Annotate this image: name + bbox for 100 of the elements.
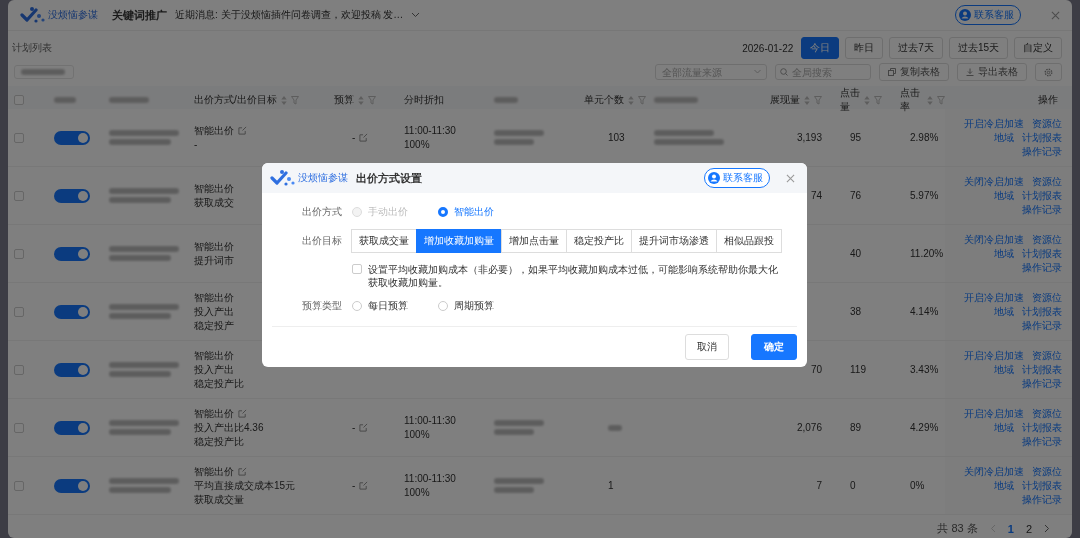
copy-button[interactable]: 复制表格 [879, 63, 949, 81]
sort-icon[interactable] [927, 95, 933, 105]
filter-icon[interactable] [874, 95, 882, 105]
action-link[interactable]: 操作记录 [1022, 320, 1062, 331]
toggle-switch[interactable] [54, 304, 90, 319]
radio-option[interactable]: 周期预算 [438, 299, 494, 313]
date-range-button[interactable]: 昨日 [845, 37, 884, 59]
action-link[interactable]: 计划报表 [1022, 422, 1062, 433]
contact-button[interactable]: 联系客服 [955, 5, 1021, 25]
action-link[interactable]: 资源位 [1032, 176, 1062, 187]
action-link[interactable]: 操作记录 [1022, 204, 1062, 215]
sort-icon[interactable] [628, 95, 634, 105]
action-link[interactable]: 地域 [994, 248, 1014, 259]
close-icon[interactable] [1051, 10, 1060, 20]
edit-icon[interactable] [359, 423, 369, 432]
action-link[interactable]: 开启冷启加速 [964, 118, 1024, 129]
goal-option[interactable]: 提升词市场渗透 [631, 229, 717, 253]
edit-icon[interactable] [359, 133, 369, 142]
confirm-button[interactable]: 确定 [751, 334, 797, 360]
toggle-switch[interactable] [54, 188, 90, 203]
filter-icon[interactable] [937, 95, 945, 105]
action-link[interactable]: 资源位 [1032, 292, 1062, 303]
table-cell: - [352, 132, 356, 143]
goal-option[interactable]: 获取成交量 [351, 229, 417, 253]
action-link[interactable]: 计划报表 [1022, 248, 1062, 259]
toggle-switch[interactable] [54, 362, 90, 377]
goal-option[interactable]: 稳定投产比 [566, 229, 632, 253]
filter-icon[interactable] [290, 95, 299, 105]
action-link[interactable]: 地域 [994, 306, 1014, 317]
chevron-down-icon[interactable] [411, 12, 421, 18]
goal-option[interactable]: 增加点击量 [501, 229, 567, 253]
row-checkbox[interactable] [14, 364, 24, 375]
prev-page-icon[interactable] [989, 524, 996, 533]
action-link[interactable]: 操作记录 [1022, 262, 1062, 273]
export-button[interactable]: 导出表格 [957, 63, 1027, 81]
filter-icon[interactable] [638, 95, 646, 105]
radio-option[interactable]: 每日预算 [352, 299, 408, 313]
date-range-button[interactable]: 过去15天 [948, 37, 1008, 59]
table-cell-text: 1 [608, 480, 615, 491]
action-link[interactable]: 关闭冷启加速 [964, 466, 1024, 477]
sort-icon[interactable] [358, 95, 364, 105]
edit-icon[interactable] [238, 409, 247, 418]
page-button[interactable]: 1 [1007, 522, 1014, 535]
goal-option[interactable]: 相似品跟投 [716, 229, 782, 253]
close-icon[interactable] [786, 173, 795, 183]
row-checkbox[interactable] [14, 132, 24, 143]
toggle-switch[interactable] [54, 420, 90, 435]
action-link[interactable]: 计划报表 [1022, 306, 1062, 317]
action-link[interactable]: 计划报表 [1022, 480, 1062, 491]
date-range-button[interactable]: 自定义 [1014, 37, 1062, 59]
date-range-button[interactable]: 过去7天 [889, 37, 943, 59]
row-checkbox[interactable] [14, 190, 24, 201]
batch-button[interactable] [14, 65, 74, 79]
sort-icon[interactable] [804, 95, 810, 105]
action-link[interactable]: 地域 [994, 480, 1014, 491]
action-link[interactable]: 资源位 [1032, 234, 1062, 245]
select-all-checkbox[interactable] [14, 95, 24, 105]
action-link[interactable]: 计划报表 [1022, 364, 1062, 375]
row-checkbox[interactable] [14, 480, 24, 491]
cancel-button[interactable]: 取消 [685, 334, 729, 360]
action-link[interactable]: 操作记录 [1022, 436, 1062, 447]
action-link[interactable]: 操作记录 [1022, 378, 1062, 389]
action-link[interactable]: 地域 [994, 422, 1014, 433]
action-link[interactable]: 开启冷启加速 [964, 292, 1024, 303]
goal-option[interactable]: 增加收藏加购量 [416, 229, 502, 253]
contact-button[interactable]: 联系客服 [704, 168, 770, 188]
settings-button[interactable] [1035, 63, 1062, 81]
action-link[interactable]: 地域 [994, 132, 1014, 143]
cost-checkbox[interactable] [352, 264, 362, 274]
edit-icon[interactable] [238, 467, 247, 476]
page-button[interactable]: 2 [1025, 522, 1032, 535]
action-link[interactable]: 操作记录 [1022, 146, 1062, 157]
action-link[interactable]: 开启冷启加速 [964, 350, 1024, 361]
action-link[interactable]: 关闭冷启加速 [964, 176, 1024, 187]
action-link[interactable]: 资源位 [1032, 350, 1062, 361]
sort-icon[interactable] [280, 95, 287, 105]
sort-icon[interactable] [864, 95, 870, 105]
action-link[interactable]: 地域 [994, 190, 1014, 201]
row-checkbox[interactable] [14, 306, 24, 317]
edit-icon[interactable] [238, 126, 247, 135]
action-link[interactable]: 资源位 [1032, 118, 1062, 129]
row-checkbox[interactable] [14, 422, 24, 433]
toggle-switch[interactable] [54, 478, 90, 493]
row-checkbox[interactable] [14, 248, 24, 259]
toggle-switch[interactable] [54, 130, 90, 145]
action-link[interactable]: 资源位 [1032, 408, 1062, 419]
toggle-switch[interactable] [54, 246, 90, 261]
action-link[interactable]: 操作记录 [1022, 494, 1062, 505]
action-link[interactable]: 计划报表 [1022, 132, 1062, 143]
action-link[interactable]: 开启冷启加速 [964, 408, 1024, 419]
next-page-icon[interactable] [1044, 524, 1050, 533]
edit-icon[interactable] [359, 481, 369, 490]
filter-icon[interactable] [814, 95, 822, 105]
radio-option[interactable]: 智能出价 [438, 205, 494, 219]
action-link[interactable]: 地域 [994, 364, 1014, 375]
action-link[interactable]: 资源位 [1032, 466, 1062, 477]
filter-icon[interactable] [368, 95, 376, 105]
action-link[interactable]: 计划报表 [1022, 190, 1062, 201]
action-link[interactable]: 关闭冷启加速 [964, 234, 1024, 245]
date-range-button[interactable]: 今日 [801, 37, 840, 59]
